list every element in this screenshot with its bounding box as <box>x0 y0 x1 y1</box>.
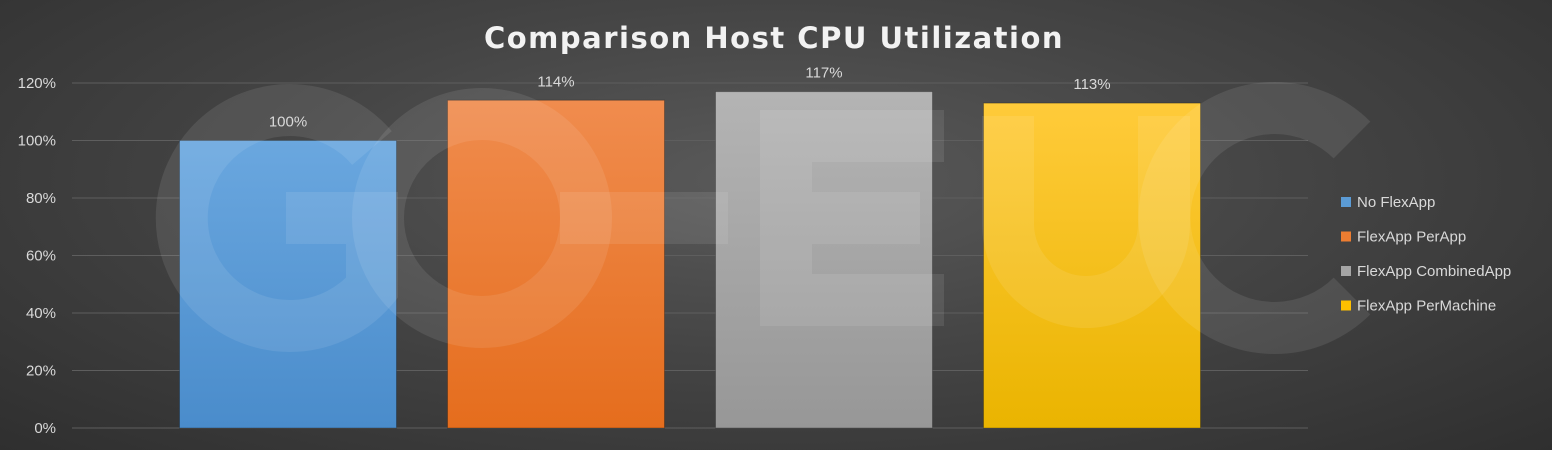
y-tick-label: 20% <box>26 363 56 380</box>
legend-swatch <box>1341 197 1351 207</box>
watermark-logo <box>155 82 1371 354</box>
legend-swatch <box>1341 300 1351 311</box>
y-tick-label: 80% <box>26 190 56 207</box>
y-tick-label: 0% <box>34 420 56 437</box>
chart-title: Comparison Host CPU Utilization <box>484 21 1064 55</box>
legend-swatch <box>1341 231 1351 242</box>
legend-label: FlexApp PerMachine <box>1357 298 1496 315</box>
y-axis-tick-labels: 0% 20% 40% 60% 80% 100% 120% <box>18 75 56 437</box>
legend-label: FlexApp CombinedApp <box>1357 263 1511 280</box>
y-tick-label: 100% <box>18 133 56 150</box>
y-tick-label: 40% <box>26 305 56 322</box>
y-tick-label: 60% <box>26 248 56 265</box>
legend-label: FlexApp PerApp <box>1357 229 1466 246</box>
y-tick-label: 120% <box>18 75 56 92</box>
legend: No FlexApp FlexApp PerApp FlexApp Combined… <box>1341 194 1511 315</box>
legend-swatch <box>1341 266 1351 276</box>
data-label: 117% <box>805 65 842 82</box>
data-label: 113% <box>1073 76 1110 93</box>
data-label: 114% <box>537 73 574 90</box>
data-label: 100% <box>269 114 307 131</box>
bar-chart: Comparison Host CPU Utilization 0% 20% 40%… <box>18 21 1512 437</box>
legend-label: No FlexApp <box>1357 194 1435 211</box>
